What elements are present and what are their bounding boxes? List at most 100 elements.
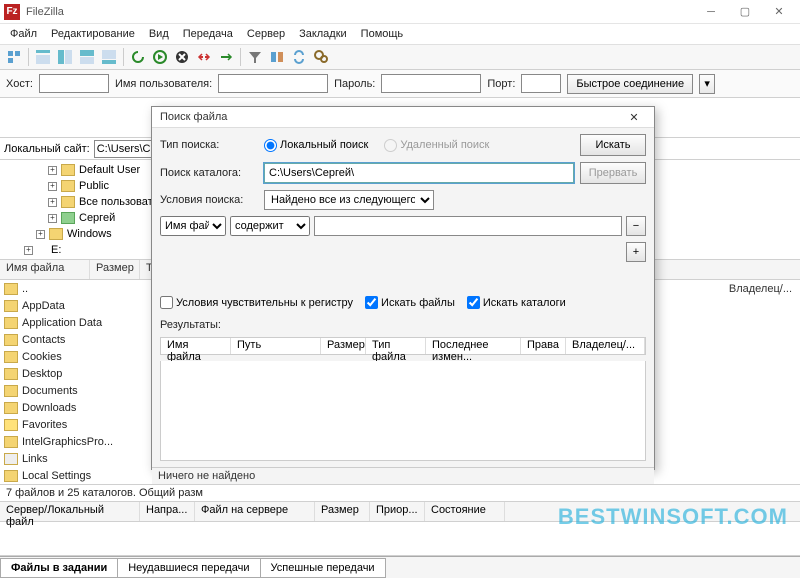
qcol-size[interactable]: Размер: [315, 502, 370, 521]
chk-search-dirs[interactable]: Искать каталоги: [467, 296, 566, 309]
tree-expand-icon[interactable]: +: [48, 198, 57, 207]
toggle-tree-icon[interactable]: [55, 47, 75, 67]
qcol-dir[interactable]: Напра...: [140, 502, 195, 521]
remote-col-owner[interactable]: Владелец/...: [729, 283, 792, 295]
remove-criteria-button[interactable]: −: [626, 216, 646, 236]
tree-item[interactable]: Windows: [67, 228, 112, 240]
results-list[interactable]: [160, 361, 646, 461]
rcol-modified[interactable]: Последнее измен...: [426, 338, 521, 354]
tree-expand-icon[interactable]: +: [24, 246, 33, 255]
list-item[interactable]: Favorites: [22, 419, 67, 431]
qcol-server[interactable]: Сервер/Локальный файл: [0, 502, 140, 521]
tree-expand-icon[interactable]: +: [48, 214, 57, 223]
list-item[interactable]: Local Settings: [22, 470, 91, 482]
search-dialog: Поиск файла ✕ Тип поиска: Локальный поис…: [151, 106, 655, 470]
sync-browse-icon[interactable]: [289, 47, 309, 67]
port-input[interactable]: [521, 74, 561, 93]
list-item[interactable]: IntelGraphicsPro...: [22, 436, 113, 448]
col-size[interactable]: Размер: [90, 260, 140, 279]
process-queue-icon[interactable]: [150, 47, 170, 67]
criteria-op-select[interactable]: содержит: [230, 216, 310, 236]
menu-server[interactable]: Сервер: [241, 26, 291, 42]
cancel-icon[interactable]: [172, 47, 192, 67]
tree-item[interactable]: Public: [79, 180, 109, 192]
user-input[interactable]: [218, 74, 328, 93]
menu-help[interactable]: Помощь: [355, 26, 410, 42]
list-item[interactable]: AppData: [22, 300, 65, 312]
compare-icon[interactable]: [267, 47, 287, 67]
rcol-type[interactable]: Тип файла: [366, 338, 426, 354]
tree-expand-icon[interactable]: +: [48, 182, 57, 191]
sitemanager-icon[interactable]: [4, 47, 24, 67]
menu-edit[interactable]: Редактирование: [45, 26, 141, 42]
dialog-titlebar[interactable]: Поиск файла ✕: [152, 107, 654, 128]
chk-case-sensitive[interactable]: Условия чувствительны к регистру: [160, 296, 353, 309]
qcol-status[interactable]: Состояние: [425, 502, 505, 521]
toggle-remote-tree-icon[interactable]: [77, 47, 97, 67]
folder-icon: [4, 283, 18, 295]
folder-icon: [49, 228, 63, 240]
list-item[interactable]: Desktop: [22, 368, 62, 380]
tab-success[interactable]: Успешные передачи: [260, 558, 386, 578]
rcol-perms[interactable]: Права: [521, 338, 566, 354]
dialog-close-button[interactable]: ✕: [622, 107, 646, 127]
app-title: FileZilla: [26, 6, 64, 18]
toggle-queue-icon[interactable]: [99, 47, 119, 67]
filter-icon[interactable]: [245, 47, 265, 67]
rcol-owner[interactable]: Владелец/...: [566, 338, 645, 354]
criteria-value-input[interactable]: [314, 216, 622, 236]
tree-item[interactable]: Default User: [79, 164, 140, 176]
radio-remote-search[interactable]: Удаленный поиск: [384, 139, 489, 152]
menu-transfer[interactable]: Передача: [177, 26, 239, 42]
menubar: Файл Редактирование Вид Передача Сервер …: [0, 24, 800, 44]
qcol-remote[interactable]: Файл на сервере: [195, 502, 315, 521]
disconnect-icon[interactable]: [194, 47, 214, 67]
toggle-log-icon[interactable]: [33, 47, 53, 67]
list-item[interactable]: Cookies: [22, 351, 62, 363]
search-icon[interactable]: [311, 47, 331, 67]
refresh-icon[interactable]: [128, 47, 148, 67]
local-status: 7 файлов и 25 каталогов. Общий разм: [0, 484, 800, 502]
rcol-size[interactable]: Размер: [321, 338, 366, 354]
menu-bookmarks[interactable]: Закладки: [293, 26, 353, 42]
quickconnect-button[interactable]: Быстрое соединение: [567, 74, 693, 94]
col-name[interactable]: Имя файла: [0, 260, 90, 279]
tree-item[interactable]: Сергей: [79, 212, 115, 224]
abort-button: Прервать: [580, 162, 646, 184]
list-item[interactable]: Downloads: [22, 402, 76, 414]
list-item[interactable]: Documents: [22, 385, 78, 397]
tab-queued[interactable]: Файлы в задании: [0, 558, 118, 578]
chk-search-files[interactable]: Искать файлы: [365, 296, 455, 309]
tab-failed[interactable]: Неудавшиеся передачи: [117, 558, 260, 578]
folder-icon: [4, 368, 18, 380]
add-criteria-button[interactable]: +: [626, 242, 646, 262]
pass-input[interactable]: [381, 74, 481, 93]
results-label: Результаты:: [160, 319, 646, 331]
rcol-name[interactable]: Имя файла: [161, 338, 231, 354]
menu-view[interactable]: Вид: [143, 26, 175, 42]
list-item[interactable]: ..: [22, 283, 28, 295]
host-input[interactable]: [39, 74, 109, 93]
quickconnect-dropdown[interactable]: ▾: [699, 74, 715, 94]
maximize-button[interactable]: ▢: [728, 1, 762, 23]
tree-expand-icon[interactable]: +: [36, 230, 45, 239]
favorites-icon: [4, 419, 18, 431]
menu-file[interactable]: Файл: [4, 26, 43, 42]
search-dir-label: Поиск каталога:: [160, 167, 258, 179]
search-button[interactable]: Искать: [580, 134, 646, 156]
tree-expand-icon[interactable]: +: [48, 166, 57, 175]
criteria-field-select[interactable]: Имя файла: [160, 216, 226, 236]
list-item[interactable]: Links: [22, 453, 48, 465]
list-item[interactable]: Contacts: [22, 334, 65, 346]
list-item[interactable]: Application Data: [22, 317, 102, 329]
qcol-prio[interactable]: Приор...: [370, 502, 425, 521]
search-dir-input[interactable]: [264, 163, 574, 183]
close-button[interactable]: ✕: [762, 1, 796, 23]
reconnect-icon[interactable]: [216, 47, 236, 67]
tree-item[interactable]: E:: [51, 244, 61, 256]
radio-local-search[interactable]: Локальный поиск: [264, 139, 368, 152]
port-label: Порт:: [487, 78, 515, 90]
minimize-button[interactable]: ─: [694, 1, 728, 23]
search-cond-select[interactable]: Найдено все из следующего: [264, 190, 434, 210]
rcol-path[interactable]: Путь: [231, 338, 321, 354]
